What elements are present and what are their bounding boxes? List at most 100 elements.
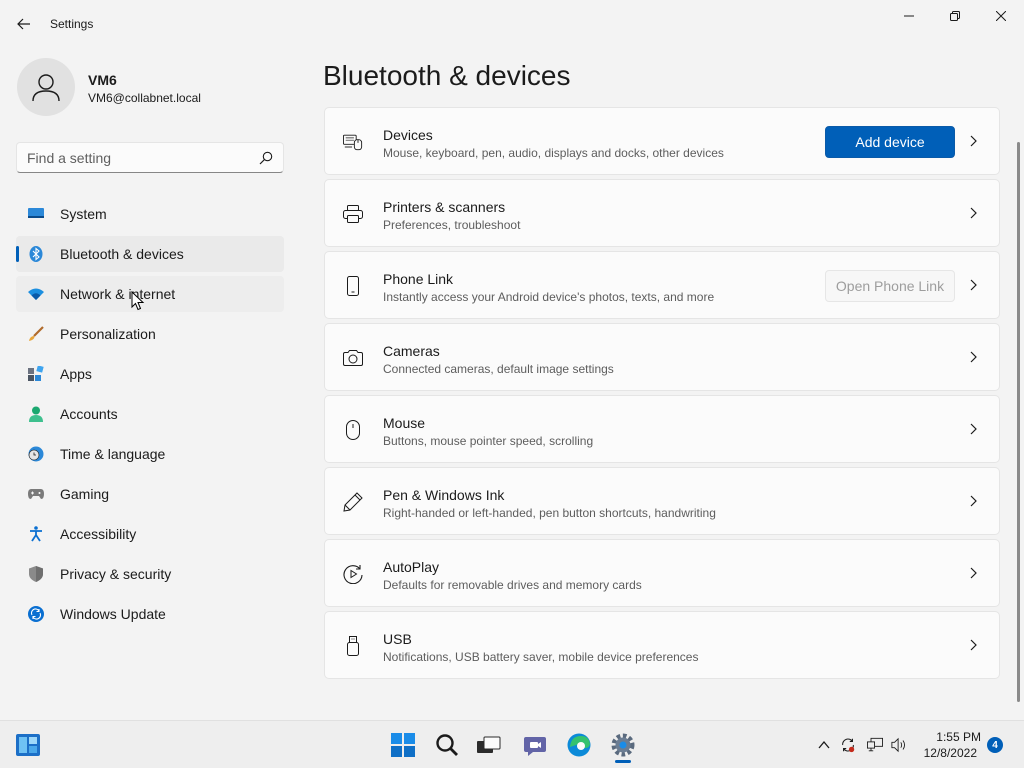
- edge-button[interactable]: [565, 731, 593, 759]
- sidebar-item-bluetooth-devices[interactable]: Bluetooth & devices: [16, 236, 284, 272]
- card-mouse[interactable]: Mouse Buttons, mouse pointer speed, scro…: [324, 395, 1000, 463]
- printer-icon: [343, 204, 363, 224]
- user-name: VM6: [88, 72, 117, 88]
- minimize-button[interactable]: [886, 0, 932, 32]
- sidebar-item-accessibility[interactable]: Accessibility: [16, 516, 284, 552]
- sidebar-item-label: Accessibility: [60, 526, 137, 542]
- update-icon: [28, 606, 44, 622]
- card-description: Defaults for removable drives and memory…: [383, 578, 642, 592]
- card-phone-link[interactable]: Phone Link Instantly access your Android…: [324, 251, 1000, 319]
- card-devices[interactable]: Devices Mouse, keyboard, pen, audio, dis…: [324, 107, 1000, 175]
- task-view-button[interactable]: [475, 731, 503, 759]
- accessibility-icon: [28, 526, 44, 542]
- minimize-icon: [904, 15, 914, 17]
- page-title: Bluetooth & devices: [323, 60, 571, 91]
- sidebar-item-label: Apps: [60, 366, 92, 382]
- settings-icon: [611, 733, 635, 757]
- card-title: Pen & Windows Ink: [383, 487, 505, 503]
- sidebar-item-personalization[interactable]: Personalization: [16, 316, 284, 352]
- card-title: Phone Link: [383, 271, 454, 287]
- sidebar-item-privacy-security[interactable]: Privacy & security: [16, 556, 284, 592]
- active-app-indicator: [615, 760, 631, 763]
- clock-time[interactable]: 1:55 PM: [921, 730, 981, 744]
- show-hidden-icons-button[interactable]: [816, 737, 832, 753]
- pen-icon: [343, 492, 363, 512]
- sidebar-item-time-language[interactable]: Time & language: [16, 436, 284, 472]
- apps-icon: [28, 366, 44, 382]
- network-tray-button[interactable]: [867, 737, 883, 753]
- volume-button[interactable]: [891, 737, 907, 753]
- sidebar-nav: System Bluetooth & devices Network & int…: [16, 196, 284, 636]
- chevron-right-icon: [970, 567, 977, 579]
- open-phone-link-button[interactable]: Open Phone Link: [825, 270, 955, 302]
- sidebar-item-label: Accounts: [60, 406, 118, 422]
- usb-icon: [343, 636, 363, 656]
- card-pen-windows-ink[interactable]: Pen & Windows Ink Right-handed or left-h…: [324, 467, 1000, 535]
- restore-button[interactable]: [932, 0, 978, 32]
- monitor-icon: [28, 206, 44, 222]
- card-cameras[interactable]: Cameras Connected cameras, default image…: [324, 323, 1000, 391]
- title-bar: Settings: [0, 0, 1024, 48]
- gamepad-icon: [28, 486, 44, 502]
- sidebar-item-gaming[interactable]: Gaming: [16, 476, 284, 512]
- sidebar-item-label: Personalization: [60, 326, 156, 342]
- widgets-button[interactable]: [14, 731, 42, 759]
- sidebar-item-label: Bluetooth & devices: [60, 246, 184, 262]
- network-icon: [867, 737, 883, 752]
- start-button[interactable]: [389, 731, 417, 759]
- sidebar-item-apps[interactable]: Apps: [16, 356, 284, 392]
- sidebar-item-system[interactable]: System: [16, 196, 284, 232]
- close-icon: [996, 11, 1006, 21]
- devices-icon: [343, 132, 363, 152]
- card-printers-scanners[interactable]: Printers & scanners Preferences, trouble…: [324, 179, 1000, 247]
- sync-alert-icon: [842, 738, 855, 753]
- shield-icon: [28, 566, 44, 582]
- card-autoplay[interactable]: AutoPlay Defaults for removable drives a…: [324, 539, 1000, 607]
- back-button[interactable]: [12, 12, 36, 36]
- search-box[interactable]: [16, 142, 284, 173]
- scrollbar[interactable]: [1017, 142, 1020, 702]
- bluetooth-icon: [28, 246, 44, 262]
- volume-icon: [891, 737, 905, 753]
- chevron-right-icon: [970, 207, 977, 219]
- card-description: Right-handed or left-handed, pen button …: [383, 506, 716, 520]
- sidebar-item-windows-update[interactable]: Windows Update: [16, 596, 284, 632]
- chevron-up-icon: [818, 741, 830, 749]
- close-button[interactable]: [978, 0, 1024, 32]
- card-title: Mouse: [383, 415, 426, 431]
- search-input[interactable]: [27, 149, 247, 167]
- sidebar-item-label: Gaming: [60, 486, 110, 502]
- restore-icon: [950, 11, 960, 21]
- card-usb[interactable]: USB Notifications, USB battery saver, mo…: [324, 611, 1000, 679]
- sidebar-item-label: Windows Update: [60, 606, 166, 622]
- clock-date[interactable]: 12/8/2022: [921, 746, 977, 760]
- taskbar-search-button[interactable]: [433, 731, 461, 759]
- search-icon[interactable]: [259, 151, 273, 165]
- sidebar-item-label: Network & internet: [60, 286, 176, 302]
- settings-app-button[interactable]: [609, 731, 637, 759]
- wifi-icon: [28, 286, 44, 302]
- sidebar-item-network[interactable]: Network & internet: [16, 276, 284, 312]
- edge-icon: [567, 733, 591, 757]
- sidebar-item-label: Time & language: [60, 446, 166, 462]
- mouse-icon: [343, 420, 363, 440]
- selection-indicator: [16, 246, 19, 262]
- task-view-icon: [477, 736, 501, 753]
- sidebar-item-accounts[interactable]: Accounts: [16, 396, 284, 432]
- taskbar: 1:55 PM 12/8/2022 4: [0, 720, 1024, 768]
- avatar[interactable]: [17, 58, 75, 116]
- chevron-right-icon: [970, 495, 977, 507]
- widgets-icon: [16, 734, 40, 756]
- card-title: Devices: [383, 127, 433, 143]
- card-description: Connected cameras, default image setting…: [383, 362, 614, 376]
- tray-update-button[interactable]: [840, 737, 856, 753]
- chat-button[interactable]: [521, 731, 549, 759]
- brush-icon: [28, 326, 44, 342]
- start-icon: [391, 733, 415, 757]
- notification-badge[interactable]: 4: [987, 737, 1003, 753]
- chevron-right-icon: [970, 135, 977, 147]
- person-icon: [28, 406, 44, 422]
- add-device-button[interactable]: Add device: [825, 126, 955, 158]
- chevron-right-icon: [970, 351, 977, 363]
- chevron-right-icon: [970, 423, 977, 435]
